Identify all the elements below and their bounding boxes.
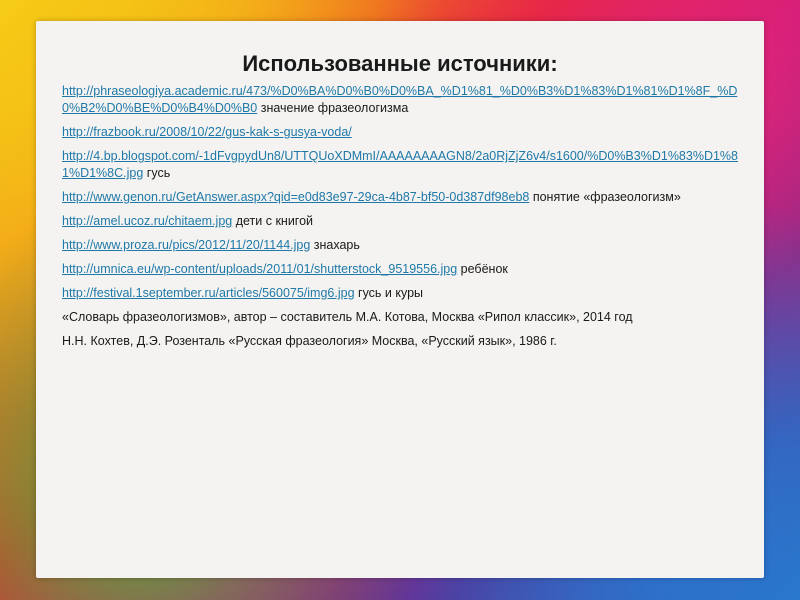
- source-item: http://frazbook.ru/2008/10/22/gus-kak-s-…: [62, 124, 752, 141]
- source-link[interactable]: http://www.proza.ru/pics/2012/11/20/1144…: [62, 238, 310, 252]
- source-description: дети с книгой: [232, 214, 314, 228]
- book-reference: «Словарь фразеологизмов», автор – состав…: [62, 310, 633, 324]
- source-description: знахарь: [310, 238, 360, 252]
- source-item: http://4.bp.blogspot.com/-1dFvgpydUn8/UT…: [62, 148, 752, 182]
- source-item: http://www.genon.ru/GetAnswer.aspx?qid=e…: [62, 189, 752, 206]
- source-description: ребёнок: [457, 262, 508, 276]
- slide-title: Использованные источники:: [242, 51, 558, 76]
- source-description: значение фразеологизма: [257, 101, 409, 115]
- source-link[interactable]: http://www.genon.ru/GetAnswer.aspx?qid=e…: [62, 190, 529, 204]
- source-item: http://amel.ucoz.ru/chitaem.jpg дети с к…: [62, 213, 752, 230]
- source-link[interactable]: http://umnica.eu/wp-content/uploads/2011…: [62, 262, 457, 276]
- source-item: http://phraseologiya.academic.ru/473/%D0…: [62, 83, 752, 117]
- source-link[interactable]: http://festival.1september.ru/articles/5…: [62, 286, 355, 300]
- source-link[interactable]: http://frazbook.ru/2008/10/22/gus-kak-s-…: [62, 125, 352, 139]
- source-description: гусь: [143, 166, 171, 180]
- source-item: http://www.proza.ru/pics/2012/11/20/1144…: [62, 237, 752, 254]
- source-description: понятие «фразеологизм»: [529, 190, 681, 204]
- source-link[interactable]: http://amel.ucoz.ru/chitaem.jpg: [62, 214, 232, 228]
- sources-list: http://phraseologiya.academic.ru/473/%D0…: [62, 83, 752, 357]
- slide-card: Использованные источники: http://phraseo…: [36, 21, 764, 578]
- source-item: http://festival.1september.ru/articles/5…: [62, 285, 752, 302]
- source-item: http://umnica.eu/wp-content/uploads/2011…: [62, 261, 752, 278]
- book-reference: Н.Н. Кохтев, Д.Э. Розенталь «Русская фра…: [62, 334, 557, 348]
- source-description: гусь и куры: [354, 286, 424, 300]
